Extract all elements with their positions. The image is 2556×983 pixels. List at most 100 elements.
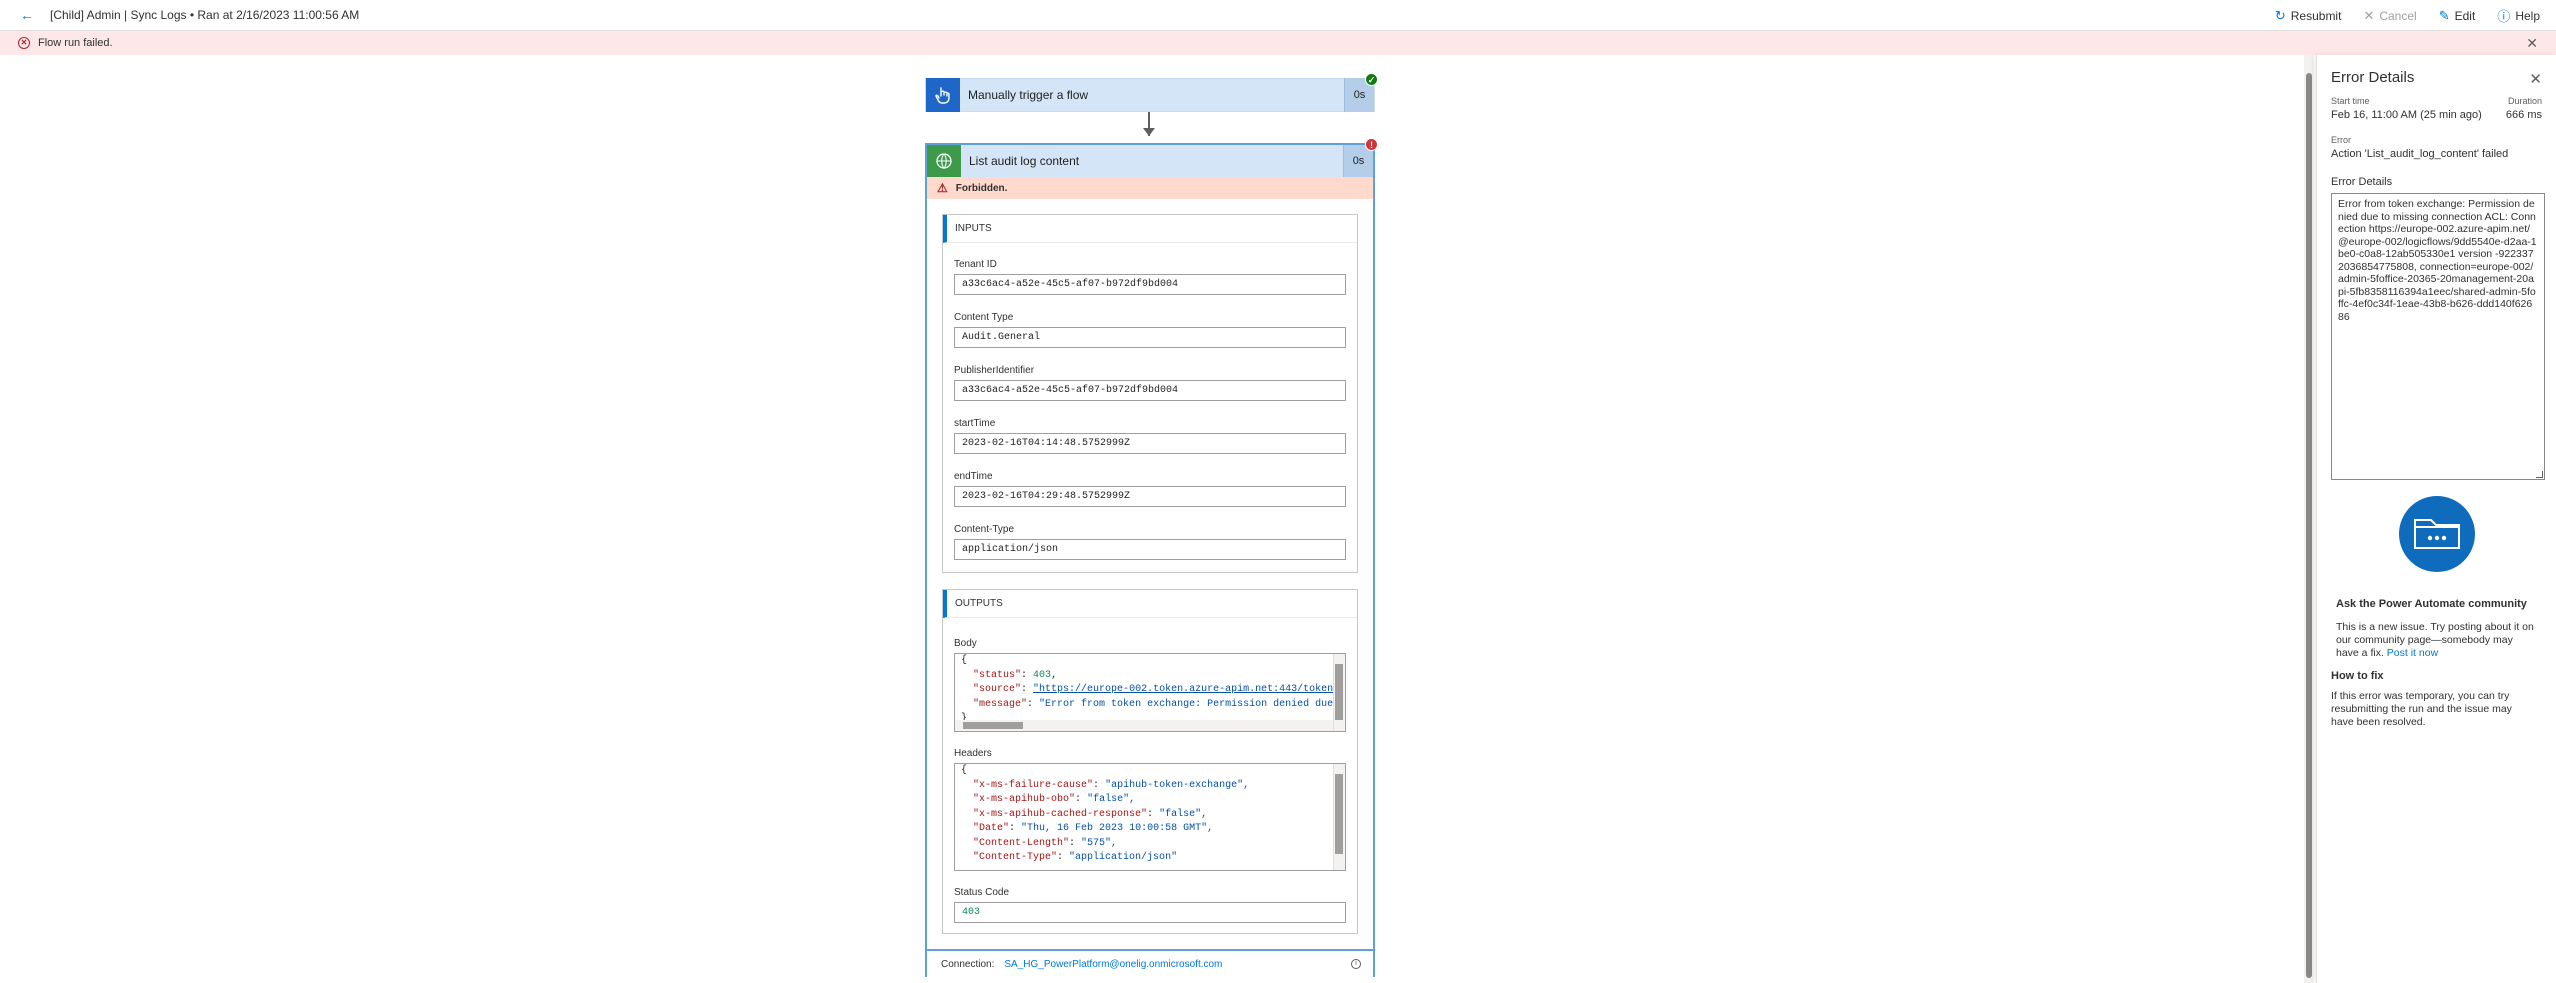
body-code-view[interactable]: { "status": 403, "source": "https://euro…	[954, 653, 1346, 732]
action-step-card[interactable]: List audit log content 0s ! ⚠ Forbidden.…	[925, 138, 1378, 951]
hand-touch-icon	[926, 78, 960, 112]
help-button[interactable]: ⓘ Help	[2497, 6, 2540, 25]
connection-row: Connection: SA_HG_PowerPlatform@onelig.o…	[925, 951, 1375, 977]
code-url[interactable]: "https://europe-002.token.azure-apim.net…	[1033, 684, 1345, 695]
scroll-thumb[interactable]	[1335, 774, 1343, 854]
headers-code-view[interactable]: { "x-ms-failure-cause": "apihub-token-ex…	[954, 763, 1346, 871]
inputs-section: INPUTS Tenant ID a33c6ac4-a52e-45c5-af07…	[942, 214, 1358, 573]
code-line: "message": "Error from token exchange: P…	[961, 698, 1345, 713]
body-label: Body	[954, 638, 977, 649]
code-string: "Error from token exchange: Permission d…	[1039, 698, 1346, 710]
code-string: "Thu, 16 Feb 2023 10:00:58 GMT",	[1021, 823, 1214, 834]
code-key: "x-ms-apihub-cached-response"	[973, 808, 1148, 820]
community-title: Ask the Power Automate community	[2336, 598, 2527, 610]
canvas-scroll-thumb[interactable]	[2306, 73, 2312, 978]
start-time-field[interactable]: 2023-02-16T04:14:48.5752999Z	[954, 433, 1346, 454]
duration-value: 666 ms	[2505, 109, 2542, 121]
status-code-field[interactable]: 403	[954, 902, 1346, 923]
action-error-bar: ⚠ Forbidden.	[927, 177, 1373, 199]
outputs-section: OUTPUTS Body { "status": 403, "source": …	[942, 589, 1358, 934]
audit-log-icon	[927, 145, 961, 177]
end-time-field[interactable]: 2023-02-16T04:29:48.5752999Z	[954, 486, 1346, 507]
scroll-thumb[interactable]	[963, 722, 1023, 729]
trigger-step-name: Manually trigger a flow	[968, 88, 1089, 102]
resize-grip-icon[interactable]	[2536, 471, 2543, 478]
input-label: Content Type	[954, 312, 1014, 323]
cancel-label: Cancel	[2379, 8, 2417, 23]
connection-link[interactable]: SA_HG_PowerPlatform@onelig.onmicrosoft.c…	[1004, 959, 1222, 970]
help-icon: ⓘ	[2497, 9, 2511, 24]
code-key: "x-ms-apihub-obo"	[973, 794, 1076, 805]
trigger-step-card[interactable]: Manually trigger a flow 0s ✓	[925, 73, 1378, 112]
code-line: "Date": "Thu, 16 Feb 2023 10:00:58 GMT",	[973, 823, 1214, 834]
banner-close-icon[interactable]: ✕	[2526, 35, 2538, 52]
error-details-textarea[interactable]: Error from token exchange: Permission de…	[2331, 193, 2545, 480]
how-to-fix-text: If this error was temporary, you can try…	[2331, 690, 2512, 728]
error-status-icon: !	[1365, 138, 1378, 151]
code-line: "x-ms-apihub-obo": "false",	[973, 794, 1136, 805]
resubmit-label: Resubmit	[2290, 8, 2342, 23]
code-key: "message"	[973, 698, 1028, 710]
inputs-heading: INPUTS	[943, 215, 1357, 243]
code-string: "apihub-token-exchange",	[1105, 779, 1250, 791]
input-label: endTime	[954, 471, 993, 482]
how-to-fix-title: How to fix	[2331, 670, 2384, 682]
back-arrow-icon[interactable]: ←	[20, 7, 36, 23]
panel-title: Error Details	[2331, 69, 2415, 86]
action-step-header[interactable]: List audit log content 0s	[927, 145, 1373, 177]
body-vertical-scrollbar[interactable]	[1333, 654, 1345, 731]
input-label: Content-Type	[954, 524, 1015, 535]
code-line: "status": 403,	[973, 669, 1058, 681]
input-label: startTime	[954, 418, 996, 429]
headers-label: Headers	[954, 748, 992, 759]
page-title: [Child] Admin | Sync Logs • Ran at 2/16/…	[50, 8, 360, 22]
cancel-button[interactable]: ✕ Cancel	[2363, 8, 2416, 24]
post-it-now-link[interactable]: Post it now	[2387, 647, 2438, 659]
code-number: 403	[1033, 669, 1052, 681]
folder-more-icon	[2398, 496, 2475, 572]
panel-close-icon[interactable]: ✕	[2529, 70, 2542, 88]
error-circle-icon: ✕	[18, 37, 30, 49]
duration-label: Duration	[2507, 96, 2542, 106]
error-details-panel: Error Details ✕ Start time Feb 16, 11:00…	[2316, 55, 2556, 983]
resubmit-button[interactable]: ↻ Resubmit	[2275, 8, 2342, 24]
status-code-label: Status Code	[954, 887, 1010, 898]
content-type-header-field[interactable]: application/json	[954, 539, 1346, 560]
error-banner: ✕ Flow run failed. ✕	[0, 31, 2556, 55]
action-step-name: List audit log content	[969, 154, 1080, 168]
code-key: "Content-Type"	[973, 852, 1058, 863]
canvas-scrollbar[interactable]	[2304, 55, 2314, 983]
edit-label: Edit	[2454, 8, 2476, 23]
connection-info-icon[interactable]: i	[1351, 959, 1361, 969]
run-meta: Start time Feb 16, 11:00 AM (25 min ago)…	[2331, 96, 2542, 121]
code-string: "false",	[1087, 794, 1136, 805]
edit-icon: ✎	[2438, 7, 2450, 23]
code-line: {	[961, 765, 968, 776]
code-key: "Date"	[973, 823, 1010, 834]
action-error-text: Forbidden.	[955, 182, 1008, 194]
cancel-icon: ✕	[2363, 7, 2375, 23]
tenant-id-field[interactable]: a33c6ac4-a52e-45c5-af07-b972df9bd004	[954, 274, 1346, 295]
content-type-field[interactable]: Audit.General	[954, 327, 1346, 348]
code-string: "application/json"	[1069, 852, 1178, 863]
code-key: "source"	[973, 684, 1022, 695]
headers-vertical-scrollbar[interactable]	[1333, 764, 1345, 870]
error-details-text: Error from token exchange: Permission de…	[2338, 198, 2537, 323]
edit-button[interactable]: ✎ Edit	[2439, 8, 2476, 24]
start-time-value: Feb 16, 11:00 AM (25 min ago)	[2331, 109, 2482, 121]
body-horizontal-scrollbar[interactable]	[955, 720, 1333, 731]
trigger-step-header[interactable]: Manually trigger a flow 0s	[925, 78, 1375, 112]
banner-message: Flow run failed.	[38, 37, 113, 49]
command-actions: ↻ Resubmit ✕ Cancel ✎ Edit ⓘ Help	[2275, 0, 2540, 31]
command-bar: ← [Child] Admin | Sync Logs • Ran at 2/1…	[0, 0, 2556, 31]
code-line: "Content-Type": "application/json"	[973, 852, 1178, 863]
code-line: "Content-Length": "575",	[973, 837, 1118, 849]
error-label: Error	[2331, 135, 2351, 145]
input-label: PublisherIdentifier	[954, 365, 1035, 376]
connection-label: Connection:	[941, 958, 995, 970]
help-label: Help	[2515, 8, 2540, 23]
publisher-identifier-field[interactable]: a33c6ac4-a52e-45c5-af07-b972df9bd004	[954, 380, 1346, 401]
scroll-thumb[interactable]	[1335, 664, 1343, 720]
code-string: "575",	[1081, 837, 1118, 849]
start-time-label: Start time	[2331, 96, 2370, 106]
